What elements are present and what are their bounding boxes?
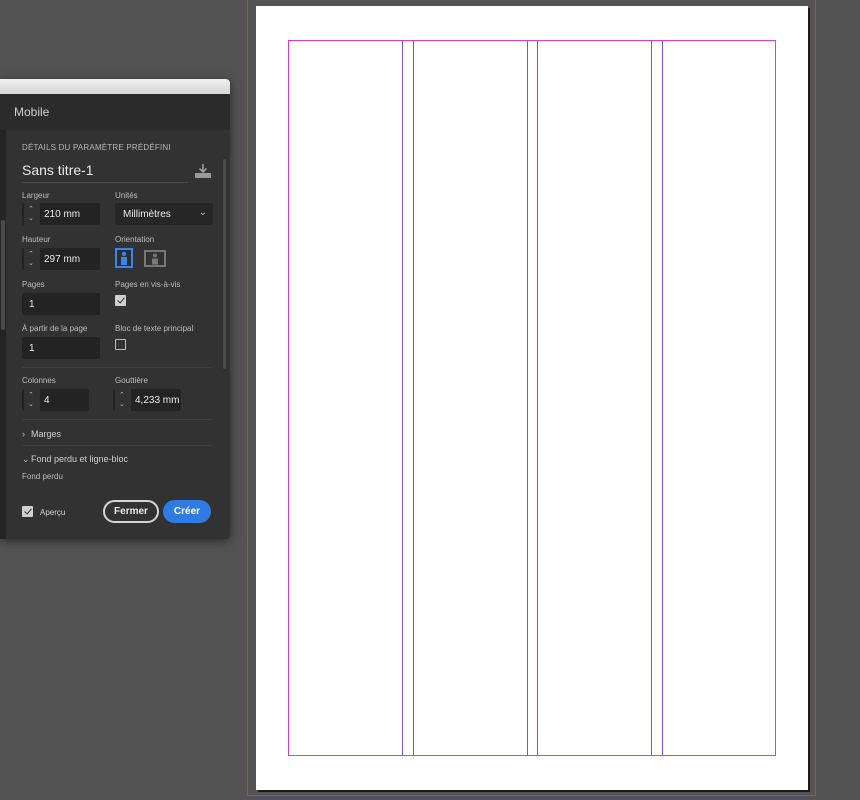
chevron-down-icon: ⌄ — [198, 207, 207, 218]
columns-stepper[interactable]: ⌃ ⌄ — [24, 389, 40, 411]
pages-field[interactable]: 1 — [22, 293, 100, 315]
stepper-down-icon[interactable]: ⌄ — [119, 401, 125, 408]
create-button[interactable]: Créer — [163, 500, 211, 523]
stepper-up-icon[interactable]: ⌃ — [28, 251, 34, 258]
pages-label: Pages — [22, 280, 45, 289]
facing-pages-checkbox[interactable] — [115, 295, 126, 306]
bleed-slug-expander[interactable]: ⌄Fond perdu et ligne-bloc — [22, 454, 128, 465]
columns-field[interactable]: ⌃ ⌄ 4 — [22, 389, 89, 411]
preview-checkbox[interactable] — [22, 506, 33, 517]
columns-value: 4 — [44, 395, 50, 406]
height-stepper[interactable]: ⌃ ⌄ — [24, 248, 40, 270]
divider — [22, 445, 212, 446]
stepper-up-icon[interactable]: ⌃ — [28, 206, 34, 213]
margins-expander[interactable]: › Marges — [22, 429, 61, 439]
bleed-label: Fond perdu — [22, 472, 63, 481]
start-page-label: À partir de la page — [22, 324, 88, 333]
gutter-field[interactable]: ⌃ ⌄ 4,233 mm — [113, 389, 181, 411]
height-value: 297 mm — [44, 254, 81, 265]
document-name-field[interactable]: Sans titre-1 — [22, 162, 188, 183]
new-document-dialog: Mobile DÉTAILS DU PARAMÈTRE PRÉDÉFINI Sa… — [0, 79, 230, 539]
width-field[interactable]: ⌃ ⌄ 210 mm — [22, 203, 100, 225]
stepper-down-icon[interactable]: ⌄ — [28, 215, 34, 222]
stepper-up-icon[interactable]: ⌃ — [28, 392, 34, 399]
preset-details-heading: DÉTAILS DU PARAMÈTRE PRÉDÉFINI — [22, 143, 171, 152]
column-guide — [527, 41, 528, 755]
gutter-value: 4,233 mm — [135, 395, 180, 406]
primary-text-frame-checkbox[interactable] — [115, 339, 126, 350]
chevron-right-icon: › — [22, 429, 25, 439]
stepper-up-icon[interactable]: ⌃ — [119, 392, 125, 399]
gutter-stepper[interactable]: ⌃ ⌄ — [115, 389, 131, 411]
divider — [22, 367, 212, 368]
units-value: Millimètres — [123, 209, 171, 220]
columns-label: Colonnes — [22, 376, 56, 385]
units-label: Unités — [115, 191, 138, 200]
landscape-icon — [152, 253, 158, 265]
gutter-label: Gouttière — [115, 376, 148, 385]
column-guide — [651, 41, 652, 755]
landscape-orientation-button[interactable] — [144, 250, 166, 267]
column-guide — [413, 41, 414, 755]
primary-text-frame-label: Bloc de texte principal — [115, 324, 194, 333]
column-guide — [402, 41, 403, 755]
column-guide — [537, 41, 538, 755]
preset-list-strip[interactable] — [0, 130, 6, 539]
height-field[interactable]: ⌃ ⌄ 297 mm — [22, 248, 100, 270]
dialog-header: Mobile — [0, 94, 230, 130]
width-label: Largeur — [22, 191, 50, 200]
units-select[interactable]: Millimètres ⌄ — [115, 203, 213, 225]
margin-guides — [288, 40, 776, 756]
width-value: 210 mm — [44, 209, 81, 220]
portrait-icon — [121, 251, 127, 265]
column-guide — [662, 41, 663, 755]
width-stepper[interactable]: ⌃ ⌄ — [24, 203, 40, 225]
stepper-down-icon[interactable]: ⌄ — [28, 401, 34, 408]
start-page-field[interactable]: 1 — [22, 337, 100, 359]
bleed-slug-label: Fond perdu et ligne-bloc — [31, 454, 129, 464]
orientation-label: Orientation — [115, 235, 155, 244]
preview-label: Aperçu — [40, 508, 66, 517]
details-scrollbar[interactable] — [223, 159, 226, 369]
save-preset-icon[interactable] — [194, 163, 212, 179]
preset-list-scroll-thumb[interactable] — [1, 220, 5, 330]
margins-label: Marges — [31, 429, 62, 439]
divider — [22, 419, 212, 420]
stepper-down-icon[interactable]: ⌄ — [28, 260, 34, 267]
height-label: Hauteur — [22, 235, 51, 244]
dialog-top-bar — [0, 79, 230, 94]
close-button[interactable]: Fermer — [103, 500, 159, 523]
dialog-title: Mobile — [14, 105, 50, 119]
portrait-orientation-button[interactable] — [115, 248, 133, 268]
chevron-down-icon: ⌄ — [22, 454, 30, 464]
facing-pages-label: Pages en vis-à-vis — [115, 280, 181, 289]
